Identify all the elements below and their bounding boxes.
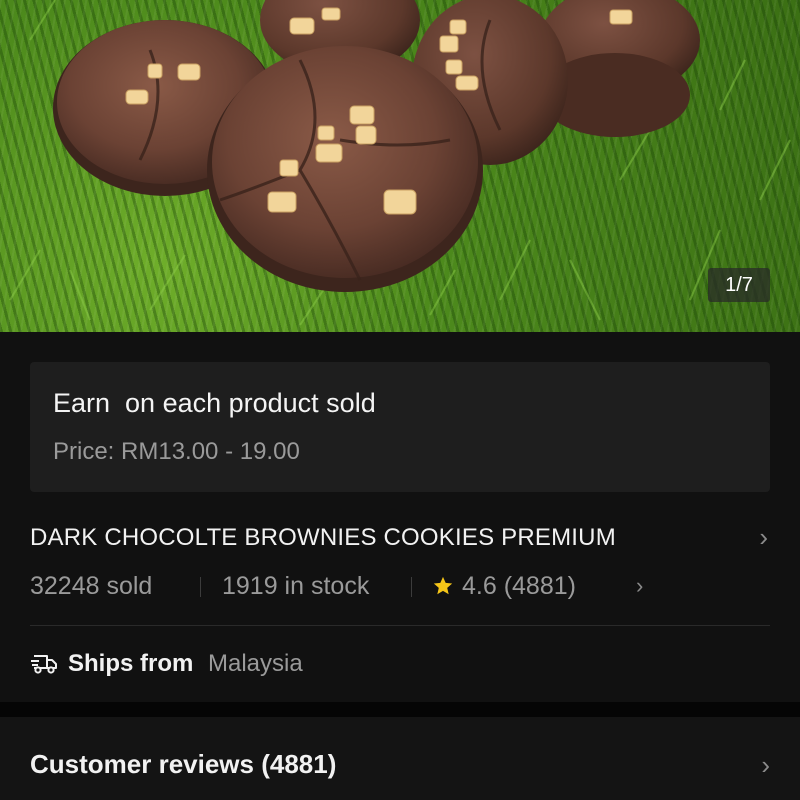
shipping-info: Ships from Malaysia xyxy=(30,648,770,682)
ships-from-origin: Malaysia xyxy=(208,650,303,677)
product-photo xyxy=(9,0,791,326)
product-image-gallery[interactable]: 1/7 xyxy=(0,0,800,332)
truck-icon xyxy=(31,655,57,674)
stock-count: 1919 in stock xyxy=(222,572,370,600)
earn-commission-text: Earn on each product sold xyxy=(53,388,376,418)
chevron-right-icon: › xyxy=(761,750,770,780)
chevron-right-icon: › xyxy=(759,522,768,552)
sold-count: 32248 sold xyxy=(30,572,153,600)
stat-divider xyxy=(411,577,412,597)
product-page: 1/7 Earn on each product sold Price: RM1… xyxy=(0,0,800,800)
affiliate-earn-card: Earn on each product sold Price: RM13.00… xyxy=(30,362,770,492)
product-title-row[interactable]: DARK CHOCOLTE BROWNIES COOKIES PREMIUM › xyxy=(30,520,770,560)
customer-reviews-title: Customer reviews (4881) xyxy=(30,749,337,779)
chevron-right-icon: › xyxy=(636,573,644,598)
ships-from-label: Ships from xyxy=(68,650,194,677)
rating-value: 4.6 (4881) xyxy=(462,572,576,600)
divider xyxy=(30,625,770,626)
product-stats: 32248 sold 1919 in stock 4.6 (4881) › xyxy=(30,570,770,606)
star-icon xyxy=(433,576,453,595)
section-separator xyxy=(0,702,800,717)
product-title: DARK CHOCOLTE BROWNIES COOKIES PREMIUM xyxy=(30,524,616,551)
customer-reviews-row[interactable]: Customer reviews (4881) › xyxy=(0,717,800,800)
image-counter: 1/7 xyxy=(708,268,770,302)
price-range: Price: RM13.00 - 19.00 xyxy=(53,438,300,465)
stat-divider xyxy=(200,577,201,597)
